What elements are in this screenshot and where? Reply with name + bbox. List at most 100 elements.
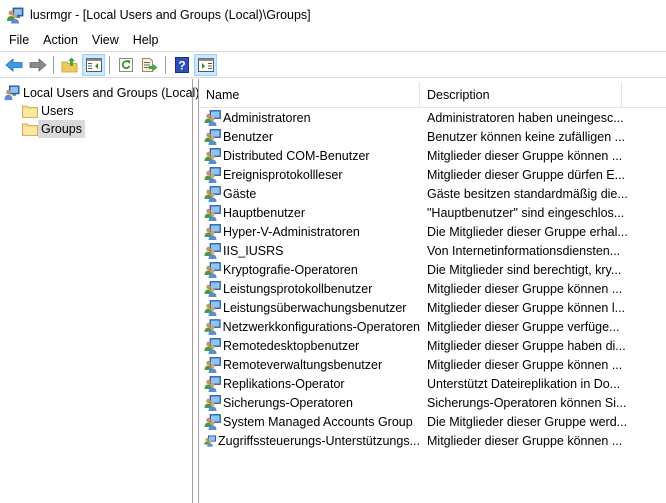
refresh-icon (118, 57, 133, 72)
group-name-cell: Leistungsprotokollbenutzer (199, 280, 420, 297)
group-name: Benutzer (223, 129, 274, 144)
group-icon (204, 147, 221, 164)
group-icon (204, 261, 221, 278)
toolbar: ? (0, 51, 666, 78)
group-row[interactable]: Replikations-Operator Unterstützt Dateir… (199, 374, 666, 393)
group-name: Remotedesktopbenutzer (223, 338, 360, 353)
group-name-cell: Remoteverwaltungsbenutzer (199, 356, 420, 373)
group-row[interactable]: System Managed Accounts Group Die Mitgli… (199, 412, 666, 431)
group-name-cell: Netzwerkkonfigurations-Operatoren (199, 318, 420, 335)
column-header-name[interactable]: Name (199, 82, 420, 108)
menu-file[interactable]: File (0, 31, 36, 50)
group-icon (204, 318, 221, 335)
list-body: Administratoren Administratoren haben un… (199, 108, 666, 450)
group-name-cell: Distributed COM-Benutzer (199, 147, 420, 164)
group-row[interactable]: Netzwerkkonfigurations-Operatoren Mitgli… (199, 317, 666, 336)
group-row[interactable]: Ereignisprotokollleser Mitglieder dieser… (199, 165, 666, 184)
group-name: Zugriffssteuerungs-Unterstützungs... (218, 433, 420, 448)
group-name: Distributed COM-Benutzer (223, 148, 370, 163)
group-row[interactable]: Zugriffssteuerungs-Unterstützungs... Mit… (199, 431, 666, 450)
group-icon (204, 375, 221, 392)
show-hide-action-pane-button[interactable] (194, 53, 217, 76)
menu-action[interactable]: Action (36, 31, 85, 50)
back-button[interactable] (2, 54, 25, 76)
menu-help[interactable]: Help (126, 31, 166, 50)
console-tree-icon (85, 57, 102, 72)
group-icon (204, 185, 221, 202)
group-name-cell: Hauptbenutzer (199, 204, 420, 221)
group-row[interactable]: Remotedesktopbenutzer Mitglieder dieser … (199, 336, 666, 355)
group-name: Gäste (223, 186, 257, 201)
group-row[interactable]: Hyper-V-Administratoren Die Mitglieder d… (199, 222, 666, 241)
group-description: Mitglieder dieser Gruppe verfüge... (427, 319, 620, 334)
groups-list: Name Description Administratoren Adminis… (198, 79, 666, 503)
group-row[interactable]: Distributed COM-Benutzer Mitglieder dies… (199, 146, 666, 165)
group-icon (204, 434, 216, 447)
group-description: Mitglieder dieser Gruppe können ... (427, 357, 623, 372)
group-row[interactable]: Kryptografie-Operatoren Die Mitglieder s… (199, 260, 666, 279)
group-row[interactable]: Gäste Gäste besitzen standardmäßig die..… (199, 184, 666, 203)
toolbar-separator (109, 55, 110, 74)
up-folder-icon (61, 57, 77, 72)
group-description: Unterstützt Dateireplikation in Do... (427, 376, 621, 391)
group-name-cell: System Managed Accounts Group (199, 413, 420, 430)
group-name: Ereignisprotokollleser (223, 167, 343, 182)
menu-view[interactable]: View (85, 31, 126, 50)
group-icon (204, 223, 221, 240)
tree-root-local-users-and-groups[interactable]: Local Users and Groups (Local) (4, 84, 202, 102)
group-name-cell: Hyper-V-Administratoren (199, 223, 420, 240)
group-name-cell: IIS_IUSRS (199, 242, 420, 259)
show-hide-console-tree-button[interactable] (82, 53, 105, 76)
group-row[interactable]: Hauptbenutzer "Hauptbenutzer" sind einge… (199, 203, 666, 222)
forward-button[interactable] (26, 54, 49, 76)
console-tree: Local Users and Groups (Local) Users Gro… (0, 79, 199, 503)
export-list-icon (141, 57, 157, 72)
group-name-cell: Zugriffssteuerungs-Unterstützungs... (199, 433, 420, 449)
action-pane-icon (197, 57, 214, 72)
group-row[interactable]: Benutzer Benutzer können keine zufällige… (199, 127, 666, 146)
group-name-cell: Gäste (199, 185, 420, 202)
toolbar-separator (165, 55, 166, 74)
group-row[interactable]: IIS_IUSRS Von Internetinformationsdienst… (199, 241, 666, 260)
group-row[interactable]: Remoteverwaltungsbenutzer Mitglieder die… (199, 355, 666, 374)
group-description: "Hauptbenutzer" sind eingeschlos... (427, 205, 625, 220)
tree-item-users[interactable]: Users (22, 102, 77, 120)
export-list-button[interactable] (138, 54, 161, 76)
group-icon (204, 356, 221, 373)
group-name-cell: Kryptografie-Operatoren (199, 261, 420, 278)
group-row[interactable]: Leistungsprotokollbenutzer Mitglieder di… (199, 279, 666, 298)
group-description: Mitglieder dieser Gruppe dürfen E... (427, 167, 626, 182)
group-icon (204, 242, 221, 259)
up-one-level-button[interactable] (58, 54, 81, 76)
group-icon (204, 299, 221, 316)
svg-text:?: ? (178, 58, 185, 72)
group-icon (204, 413, 221, 430)
group-name-cell: Sicherungs-Operatoren (199, 394, 420, 411)
group-row[interactable]: Leistungsüberwachungsbenutzer Mitglieder… (199, 298, 666, 317)
group-name: Hauptbenutzer (223, 205, 306, 220)
group-description: Die Mitglieder dieser Gruppe erhal... (427, 224, 628, 239)
group-name-cell: Leistungsüberwachungsbenutzer (199, 299, 420, 316)
group-description: Administratoren haben uneingesc... (427, 110, 624, 125)
group-row[interactable]: Administratoren Administratoren haben un… (199, 108, 666, 127)
group-description: Mitglieder dieser Gruppe können ... (427, 433, 623, 448)
group-name: Leistungsüberwachungsbenutzer (223, 300, 407, 315)
column-header-description[interactable]: Description (420, 82, 622, 108)
forward-arrow-icon (29, 57, 47, 72)
tree-item-groups[interactable]: Groups (22, 120, 85, 138)
group-row[interactable]: Sicherungs-Operatoren Sicherungs-Operato… (199, 393, 666, 412)
group-name: IIS_IUSRS (223, 243, 284, 258)
group-name: Replikations-Operator (223, 376, 345, 391)
help-icon: ? (174, 56, 189, 73)
group-icon (204, 204, 221, 221)
refresh-button[interactable] (114, 54, 137, 76)
folder-icon (22, 105, 38, 118)
group-name: System Managed Accounts Group (223, 414, 413, 429)
group-name: Remoteverwaltungsbenutzer (223, 357, 383, 372)
help-button[interactable]: ? (170, 54, 193, 76)
group-name: Hyper-V-Administratoren (223, 224, 360, 239)
group-description: Sicherungs-Operatoren können Si... (427, 395, 627, 410)
group-description: Die Mitglieder sind berechtigt, kry... (427, 262, 622, 277)
group-name-cell: Benutzer (199, 128, 420, 145)
group-description: Gäste besitzen standardmäßig die... (427, 186, 628, 201)
